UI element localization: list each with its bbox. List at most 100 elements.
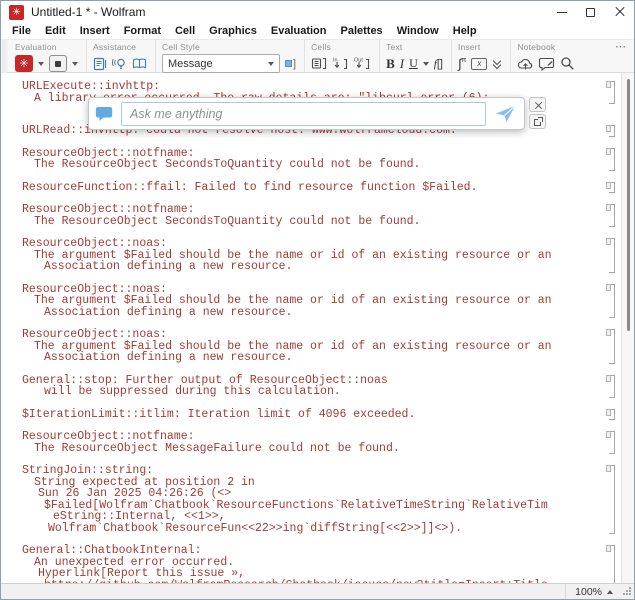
documentation-icon [93,57,107,71]
message-line: Wolfram`Chatbook`ResourceFun<<22>>ing`di… [1,523,621,535]
toolbar-section-evaluation: Evaluation ✳ [9,40,87,72]
message-line: Association defining a new resource. [1,307,621,319]
copy-input-button[interactable]: In [332,56,349,71]
cell-bracket[interactable] [609,329,615,364]
section-label: Cells [311,42,371,52]
statusbar: 100% [1,583,634,599]
chat-bubble-icon [539,57,555,71]
cell-bracket-icon [311,57,327,70]
cell-bracket-tag-icon [606,284,611,291]
close-icon [615,7,625,17]
cloud-upload-icon [517,57,534,71]
send-button[interactable] [493,105,518,123]
evaluate-dropdown-chevron-icon[interactable] [38,62,44,66]
cell-bracket-tag-icon [606,148,611,155]
menu-file[interactable]: File [5,25,38,37]
menu-window[interactable]: Window [390,25,446,37]
menu-palettes[interactable]: Palettes [333,25,389,37]
minimize-button[interactable] [547,1,576,23]
resize-grip[interactable] [622,584,634,599]
cell-bracket[interactable] [609,81,615,104]
message-line: ResourceObject::notfname: [1,431,621,443]
message-line: The ResourceObject SecondsToQuantity cou… [1,159,621,171]
scrollbar-thumb[interactable] [627,79,630,331]
message-notfname-3: ResourceObject::notfname: The ResourceOb… [1,431,621,454]
cell-style-dropdown[interactable]: Message [162,54,280,73]
suggestions-button[interactable] [112,57,127,71]
abort-dropdown-chevron-icon[interactable] [72,62,78,66]
cell-bracket-tag-icon [606,81,611,88]
copy-input-icon: In [332,56,349,71]
cell-bracket[interactable] [609,204,615,227]
toolbar-section-assistance: Assistance [87,40,156,72]
cell-bracket[interactable] [609,284,615,319]
bold-button[interactable]: B [386,56,395,72]
search-icon [560,56,575,71]
cell-bracket[interactable] [609,375,615,398]
cell-bracket[interactable] [609,182,615,194]
open-book-icon [132,57,147,70]
resources-button[interactable] [132,57,147,70]
menu-evaluation[interactable]: Evaluation [264,25,334,37]
font-format-button[interactable]: f[] [434,58,443,70]
cell-style-preview-icon[interactable]: ] [285,58,296,70]
cell-bracket[interactable] [609,125,615,137]
message-line: will be suppressed during this calculati… [1,386,621,398]
message-line: $IterationLimit::itlim: Iteration limit … [1,409,621,421]
text-style-chevron-icon[interactable] [423,62,429,66]
section-label: Cell Style [162,42,296,52]
cell-bracket[interactable] [609,409,615,421]
cell-bracket-tag-icon [606,238,611,245]
cell-bracket[interactable] [609,148,615,171]
cell-bracket[interactable] [609,238,615,273]
message-line: URLExecute::invhttp: [1,81,621,93]
cell-bracket[interactable] [609,431,615,454]
menu-edit[interactable]: Edit [38,25,73,37]
style-swatch [285,60,292,67]
menu-help[interactable]: Help [446,25,484,37]
copy-output-button[interactable]: Out [354,56,371,71]
close-icon [535,102,542,109]
maximize-button[interactable] [576,1,605,23]
format-brackets-glyph: [] [437,58,443,70]
new-cell-button[interactable] [311,57,327,70]
lightbulb-icon [112,57,127,71]
section-label: Insert [458,42,502,52]
message-ffail: ResourceFunction::ffail: Failed to find … [1,182,621,194]
menu-cell[interactable]: Cell [168,25,202,37]
chat-button[interactable] [539,57,555,71]
italic-button[interactable]: I [400,56,404,72]
ask-me-anything-input[interactable] [121,102,486,126]
assistant-close-button[interactable] [529,97,546,112]
notebook-content: URLExecute::invhttp: A library error occ… [1,73,621,585]
math-input-button[interactable]: ∫π [458,56,466,71]
cell-bracket[interactable] [609,465,615,534]
underline-button[interactable]: U [409,56,418,71]
search-button[interactable] [560,56,575,71]
magnification-control[interactable]: 100% [566,586,622,598]
menu-insert[interactable]: Insert [73,25,117,37]
message-line: Association defining a new resource. [1,261,621,273]
message-line: General::ChatbookInternal: [1,545,621,557]
inline-cell-button[interactable]: x [471,58,487,70]
menu-graphics[interactable]: Graphics [202,25,264,37]
abort-button[interactable] [49,55,67,72]
message-line: ResourceObject::notfname: [1,204,621,216]
assistant-popout-button[interactable] [529,114,546,129]
cell-bracket-tag-icon [606,465,611,472]
cell-bracket-tag-icon [606,329,611,336]
toolbar-more-button[interactable]: ⋯ [615,40,626,53]
message-line: StringJoin::string: [1,465,621,477]
documentation-button[interactable] [93,57,107,71]
vertical-scrollbar[interactable] [621,73,634,583]
menu-format[interactable]: Format [117,25,168,37]
cloud-publish-button[interactable] [517,57,534,71]
cell-bracket[interactable] [609,545,615,585]
more-insert-button[interactable] [492,58,502,69]
assistant-overlay [88,97,546,130]
bracket-glyph: ] [293,58,296,70]
message-line: Sun 26 Jan 2025 04:26:26 (<> [1,488,621,500]
section-label: Assistance [93,42,147,52]
evaluate-button[interactable]: ✳ [15,55,33,72]
close-button[interactable] [605,1,634,23]
